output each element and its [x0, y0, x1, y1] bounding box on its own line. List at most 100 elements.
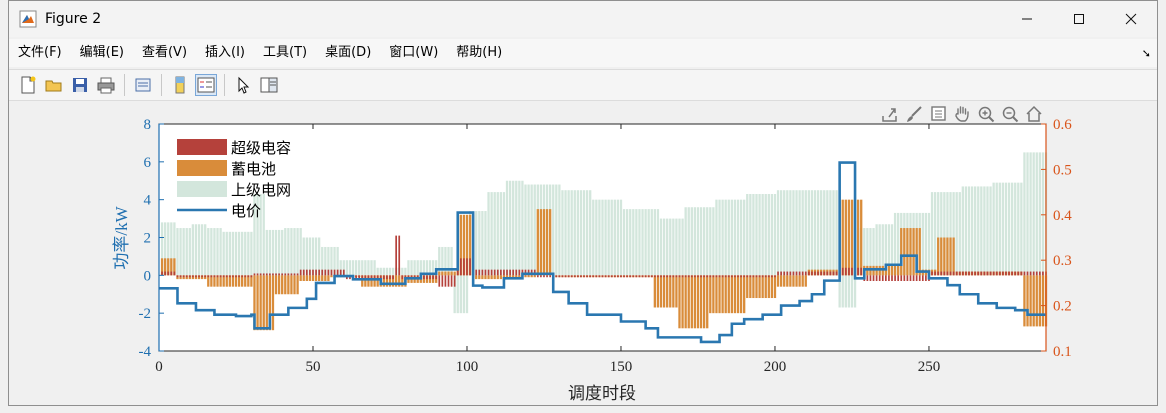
grid-bar [219, 228, 222, 276]
print-preview-button[interactable] [132, 74, 154, 96]
supercap-bar [432, 275, 434, 280]
battery-bar [949, 237, 952, 276]
battery-bar [875, 265, 878, 276]
toolbar-separator [124, 74, 125, 96]
menu-edit[interactable]: 编辑(E) [71, 39, 133, 67]
battery-bar [918, 228, 921, 276]
supercap-bar [721, 275, 724, 278]
new-figure-icon [21, 76, 36, 94]
dock-arrow-icon[interactable]: ➘ [1142, 47, 1151, 60]
supercap-bar [198, 275, 200, 278]
grid-bar [481, 211, 484, 276]
save-button[interactable] [69, 74, 91, 96]
battery-bar [314, 275, 318, 282]
pointer-button[interactable] [232, 74, 254, 96]
grid-bar [213, 228, 216, 276]
supercap-bar [265, 273, 268, 276]
menu-tools[interactable]: 工具(T) [254, 39, 316, 67]
grid-bar [662, 218, 666, 276]
colorbar-button[interactable] [169, 74, 191, 96]
grid-bar [773, 193, 777, 276]
supercap-bar [253, 273, 256, 276]
battery-bar [265, 275, 268, 331]
supercap-bar [601, 275, 604, 278]
grid-bar [758, 193, 761, 276]
menu-window[interactable]: 窗口(W) [380, 39, 447, 67]
minimize-button[interactable] [1001, 1, 1053, 37]
menu-file[interactable]: 文件(F) [9, 39, 71, 67]
grid-bar [601, 199, 604, 276]
supercap-bar [188, 275, 191, 278]
battery-bar [878, 265, 881, 276]
grid-bar [835, 190, 838, 276]
battery-bar [696, 275, 700, 329]
battery-bar [271, 275, 275, 331]
battery-bar [524, 275, 527, 278]
battery-bar [872, 265, 875, 276]
menu-insert[interactable]: 插入(I) [196, 39, 254, 67]
open-button[interactable] [43, 74, 65, 96]
supercap-bar [798, 271, 801, 276]
grid-bar [619, 199, 623, 276]
figure-toolbar [9, 69, 1157, 101]
supercap-bar [1014, 271, 1017, 276]
new-figure-button[interactable] [17, 74, 39, 96]
supercap-bar [321, 269, 324, 276]
grid-bar [1001, 182, 1005, 276]
supercap-bar [429, 275, 431, 280]
battery-bar [758, 275, 761, 299]
grid-bar [176, 228, 179, 276]
grid-bar [647, 209, 650, 276]
supercap-bar [875, 275, 878, 282]
title-bar[interactable]: Figure 2 [9, 1, 1157, 37]
supercap-bar [453, 275, 456, 287]
supercap-bar [792, 271, 795, 276]
battery-bar [493, 275, 496, 280]
supercap-bar [823, 271, 826, 276]
supercap-bar [500, 269, 502, 276]
supercap-bar [426, 275, 428, 280]
supercap-bar [244, 275, 247, 278]
supercap-bar [185, 275, 188, 278]
battery-bar [736, 275, 740, 314]
supercap-bar [764, 275, 767, 278]
grid-bar [293, 228, 296, 276]
grid-bar [770, 193, 774, 276]
battery-bar [755, 275, 758, 299]
grid-bar [739, 199, 743, 276]
grid-bar [207, 228, 210, 276]
supercap-bar [1002, 271, 1004, 276]
battery-bar [515, 275, 518, 278]
supercap-bar [804, 271, 807, 276]
battery-bar [752, 275, 755, 299]
battery-bar [730, 275, 734, 314]
grid-bar [666, 218, 669, 276]
menu-desktop[interactable]: 桌面(D) [316, 39, 380, 67]
grid-bar [823, 190, 826, 276]
grid-bar [459, 275, 462, 314]
grid-bar [314, 237, 318, 276]
supercap-bar [684, 275, 687, 278]
supercap-bar [841, 267, 844, 276]
battery-bar [798, 275, 801, 287]
chart[interactable]: 0 50 100 150 200 250 -4 -2 0 2 4 6 8 0.1 0.2 0.3 0.4 0.5 0… [9, 101, 1157, 407]
grid-bar [724, 199, 727, 276]
supercap-bar [580, 275, 582, 278]
grid-bar [974, 186, 977, 276]
battery-bar [709, 275, 712, 314]
legend-button[interactable] [195, 74, 217, 96]
battery-bar [743, 275, 746, 314]
battery-bar [533, 275, 536, 278]
print-button[interactable] [95, 74, 117, 96]
property-editor-button[interactable] [258, 74, 280, 96]
menu-view[interactable]: 查看(V) [133, 39, 196, 67]
close-button[interactable] [1105, 1, 1157, 37]
grid-bar [998, 182, 1001, 276]
supercap-bar [992, 271, 995, 276]
battery-bar [746, 275, 749, 299]
grid-bar [438, 246, 441, 276]
maximize-button[interactable] [1053, 1, 1105, 37]
battery-bar [881, 265, 884, 276]
menu-help[interactable]: 帮助(H) [447, 39, 511, 67]
y-tick-label-left: -4 [139, 344, 152, 360]
